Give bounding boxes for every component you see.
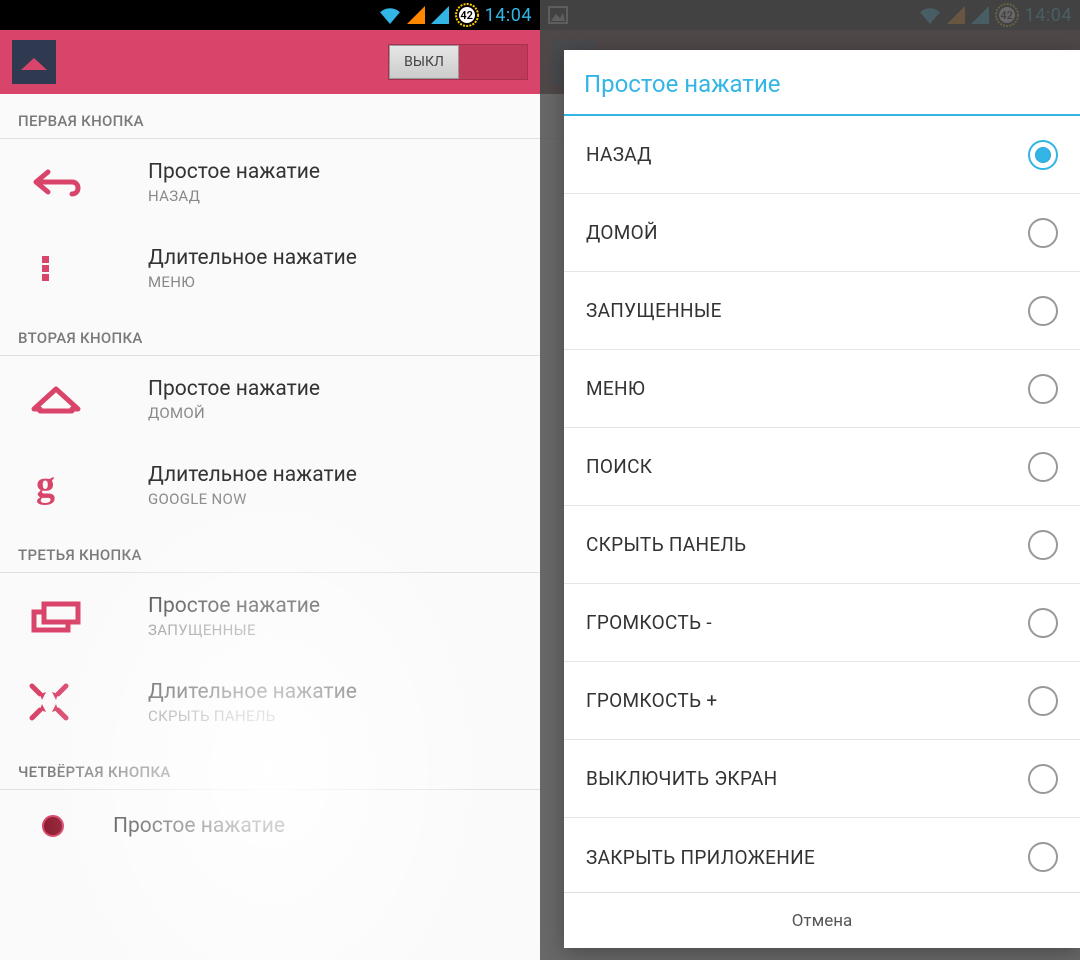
cancel-button[interactable]: Отмена xyxy=(564,892,1080,948)
item-title: Простое нажатие xyxy=(148,377,520,401)
signal-icon xyxy=(407,6,425,24)
item-sub: GOOGLE NOW xyxy=(148,490,520,508)
dialog-option[interactable]: СКРЫТЬ ПАНЕЛЬ xyxy=(564,506,1080,584)
hide-icon xyxy=(28,682,98,722)
dialog-option[interactable]: ДОМОЙ xyxy=(564,194,1080,272)
list-item[interactable]: Длительное нажатие МЕНЮ xyxy=(0,225,540,311)
app-icon xyxy=(12,40,56,84)
item-sub: НАЗАД xyxy=(148,187,520,205)
dialog-option[interactable]: ВЫКЛЮЧИТЬ ЭКРАН xyxy=(564,740,1080,818)
radio-icon xyxy=(1028,452,1058,482)
radio-icon xyxy=(1028,686,1058,716)
item-title: Длительное нажатие xyxy=(148,680,520,704)
dialog-option[interactable]: ЗАПУЩЕННЫЕ xyxy=(564,272,1080,350)
item-title: Простое нажатие xyxy=(113,814,520,838)
back-icon xyxy=(28,164,98,200)
radio-icon xyxy=(1028,530,1058,560)
section-header: ТРЕТЬЯ КНОПКА xyxy=(0,528,540,573)
radio-icon xyxy=(1028,842,1058,872)
google-icon: g xyxy=(28,463,98,507)
home-icon xyxy=(28,381,98,417)
dialog-option[interactable]: ПОИСК xyxy=(564,428,1080,506)
power-toggle[interactable]: ВЫКЛ xyxy=(388,44,528,80)
dialog-option[interactable]: ГРОМКОСТЬ - xyxy=(564,584,1080,662)
signal-icon xyxy=(431,6,449,24)
item-title: Простое нажатие xyxy=(148,160,520,184)
radio-icon xyxy=(1028,296,1058,326)
svg-text:g: g xyxy=(36,464,55,506)
menu-icon xyxy=(28,250,98,286)
action-bar: ВЫКЛ xyxy=(0,30,540,94)
item-title: Простое нажатие xyxy=(148,594,520,618)
list-item[interactable]: Простое нажатие xyxy=(0,790,540,862)
battery-badge-icon: 42 xyxy=(455,3,479,27)
settings-list[interactable]: ПЕРВАЯ КНОПКА Простое нажатие НАЗАД Длите… xyxy=(0,94,540,960)
dialog-option[interactable]: МЕНЮ xyxy=(564,350,1080,428)
section-header: ВТОРАЯ КНОПКА xyxy=(0,311,540,356)
item-title: Длительное нажатие xyxy=(148,246,520,270)
clock: 14:04 xyxy=(485,5,532,26)
list-item[interactable]: Длительное нажатие СКРЫТЬ ПАНЕЛЬ xyxy=(0,659,540,745)
item-title: Длительное нажатие xyxy=(148,463,520,487)
list-item[interactable]: Простое нажатие НАЗАД xyxy=(0,139,540,225)
status-bar: 42 14:04 xyxy=(0,0,540,30)
dialog-option[interactable]: ГРОМКОСТЬ + xyxy=(564,662,1080,740)
dot-icon xyxy=(28,811,98,841)
list-item[interactable]: Простое нажатие ЗАПУЩЕННЫЕ xyxy=(0,573,540,659)
dialog-option[interactable]: ЗАКРЫТЬ ПРИЛОЖЕНИЕ xyxy=(564,818,1080,892)
dialog-option[interactable]: НАЗАД xyxy=(564,116,1080,194)
radio-icon xyxy=(1028,218,1058,248)
dialog-list[interactable]: НАЗАД ДОМОЙ ЗАПУЩЕННЫЕ МЕНЮ ПОИСК СКРЫТЬ… xyxy=(564,116,1080,892)
item-sub: МЕНЮ xyxy=(148,273,520,291)
radio-icon xyxy=(1028,374,1058,404)
section-header: ПЕРВАЯ КНОПКА xyxy=(0,94,540,139)
item-sub: СКРЫТЬ ПАНЕЛЬ xyxy=(148,707,520,725)
radio-icon xyxy=(1028,608,1058,638)
list-item[interactable]: Простое нажатие ДОМОЙ xyxy=(0,356,540,442)
list-item[interactable]: g Длительное нажатие GOOGLE NOW xyxy=(0,442,540,528)
radio-icon xyxy=(1028,764,1058,794)
radio-icon xyxy=(1028,140,1058,170)
dialog-title: Простое нажатие xyxy=(564,50,1080,116)
section-header: ЧЕТВЁРТАЯ КНОПКА xyxy=(0,745,540,790)
toggle-thumb: ВЫКЛ xyxy=(389,45,459,79)
wifi-icon xyxy=(379,6,401,24)
item-sub: ЗАПУЩЕННЫЕ xyxy=(148,621,520,639)
recent-icon xyxy=(28,598,98,634)
dialog: Простое нажатие НАЗАД ДОМОЙ ЗАПУЩЕННЫЕ М… xyxy=(564,50,1080,948)
item-sub: ДОМОЙ xyxy=(148,404,520,422)
